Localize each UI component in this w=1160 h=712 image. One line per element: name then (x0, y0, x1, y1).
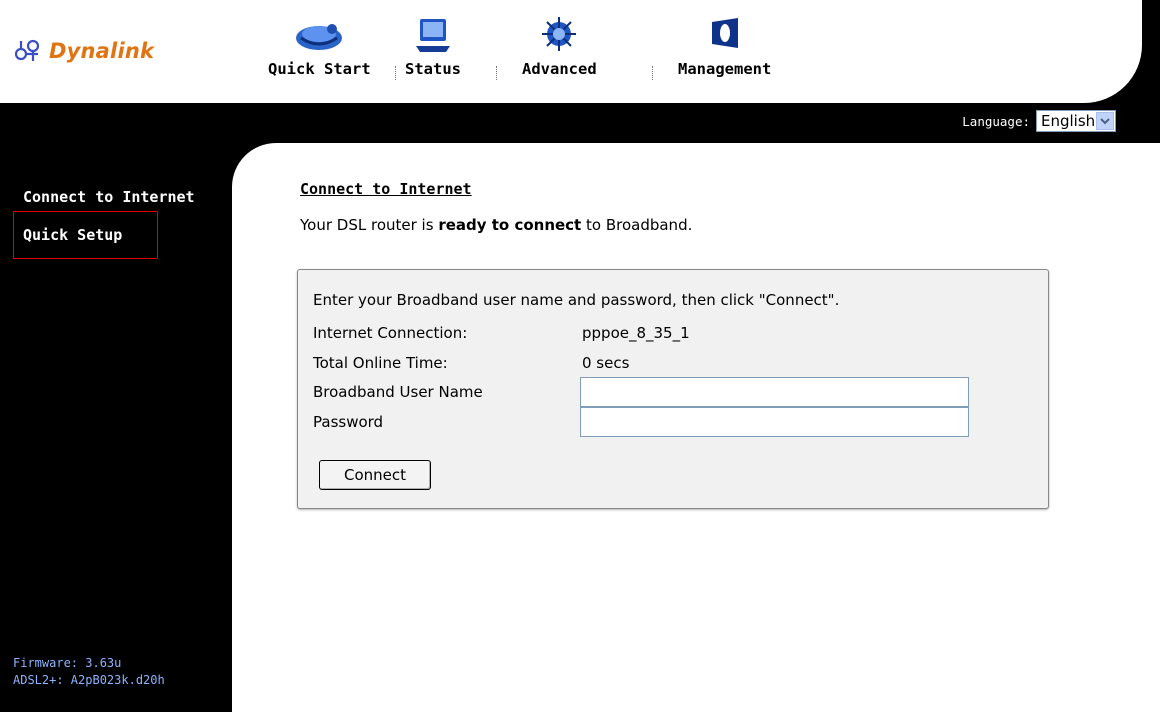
status-icon (416, 19, 450, 52)
internet-connection-value: pppoe_8_35_1 (582, 324, 690, 342)
language-selected-value: English (1041, 112, 1096, 130)
language-label: Language: (962, 113, 1030, 129)
nav-separator (395, 66, 397, 80)
nav-management-label: Management (678, 60, 772, 78)
password-label: Password (313, 413, 384, 431)
nav-separator (652, 66, 654, 80)
firmware-info: Firmware: 3.63u ADSL2+: A2pB023k.d20h (13, 655, 165, 689)
online-time-value: 0 secs (582, 354, 630, 372)
logo: Dynalink (13, 36, 154, 66)
logo-text: Dynalink (49, 39, 155, 63)
broadband-username-input[interactable] (580, 377, 969, 407)
dynalink-logo-icon (14, 39, 40, 61)
router-admin-page: Dynalink Quick Start Status Advanced Man… (0, 0, 1160, 712)
adsl-version: ADSL2+: A2pB023k.d20h (13, 673, 165, 687)
nav-management[interactable]: Management (678, 14, 771, 78)
internet-connection-label: Internet Connection: (313, 324, 468, 342)
nav-advanced-label: Advanced (522, 60, 597, 78)
connection-status-text: Your DSL router is ready to connect to B… (300, 216, 693, 234)
connect-button[interactable]: Connect (319, 460, 431, 490)
language-selector: Language: English (962, 110, 1116, 132)
broadband-password-input[interactable] (580, 407, 969, 437)
nav-quick-start[interactable]: Quick Start (268, 14, 371, 78)
header: Dynalink Quick Start Status Advanced Man… (0, 0, 1160, 103)
nav-advanced[interactable]: Advanced (522, 14, 597, 78)
status-highlight: ready to connect (438, 216, 582, 234)
nav-separator (496, 66, 498, 80)
username-label: Broadband User Name (313, 383, 483, 401)
sidebar-item-quick-setup[interactable]: Quick Setup (23, 226, 122, 244)
chevron-down-icon[interactable] (1096, 112, 1114, 130)
advanced-icon (542, 17, 577, 51)
quick-start-icon (296, 24, 343, 50)
management-icon (711, 18, 738, 48)
panel-instructions: Enter your Broadband user name and passw… (313, 291, 840, 309)
firmware-version: Firmware: 3.63u (13, 656, 122, 670)
sidebar-item-connect-to-internet[interactable]: Connect to Internet (23, 188, 195, 206)
language-select[interactable]: English (1036, 110, 1116, 132)
nav-status[interactable]: Status (405, 14, 461, 78)
online-time-label: Total Online Time: (313, 354, 448, 372)
page-title: Connect to Internet (300, 180, 472, 198)
nav-status-label: Status (405, 60, 461, 78)
nav-quick-start-label: Quick Start (268, 60, 371, 78)
